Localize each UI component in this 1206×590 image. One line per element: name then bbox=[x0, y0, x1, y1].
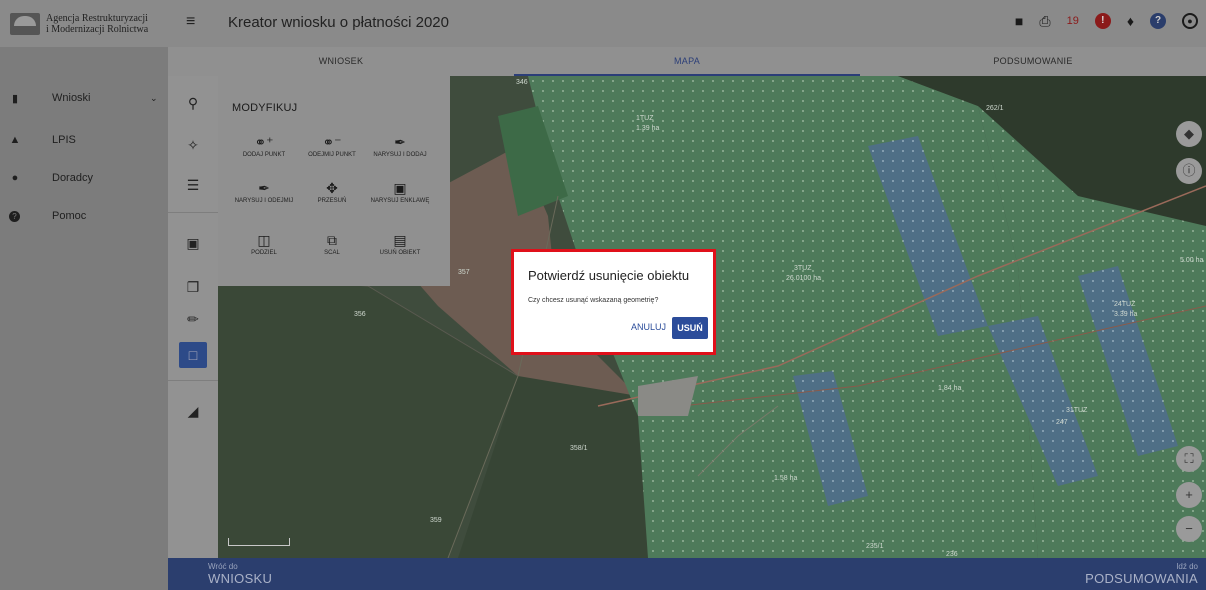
measure-icon[interactable]: ◢ bbox=[179, 398, 207, 424]
notification-count[interactable]: 19 bbox=[1067, 12, 1079, 30]
move-button[interactable]: ✥ PRZESUŃ bbox=[302, 178, 362, 205]
header-actions: ■ ⎙ 19 ! ♦ ? ● bbox=[1015, 12, 1198, 30]
pencil-icon[interactable]: ✏ bbox=[179, 306, 207, 332]
draw-add-button[interactable]: ✒ NARYSUJ I DODAJ bbox=[370, 132, 430, 159]
footer-nav: Wróć do WNIOSKU Idź do PODSUMOWANIA bbox=[168, 558, 1206, 590]
agency-logo[interactable]: Agencja Restrukturyzacji i Modernizacji … bbox=[0, 0, 168, 47]
toolbar-divider bbox=[168, 380, 218, 381]
move-icon: ✥ bbox=[326, 180, 338, 196]
parcel-label: 1.58 ha bbox=[774, 475, 797, 482]
logo-line2: i Modernizacji Rolnictwa bbox=[46, 23, 149, 35]
top-header: Agencja Restrukturyzacji i Modernizacji … bbox=[0, 0, 1206, 47]
modify-tool-icon[interactable]: □ bbox=[179, 342, 207, 368]
sidebar: ▮ Wnioski ⌄ ▲ LPIS ● Doradcy ? Pomoc bbox=[0, 47, 168, 590]
draw-subtract-icon: ✒ bbox=[258, 180, 270, 196]
parcel-label: 346 bbox=[516, 79, 528, 86]
parcel-label: 356 bbox=[354, 311, 366, 318]
remove-point-icon: ⚭⁻ bbox=[322, 134, 342, 150]
search-icon[interactable]: ⚲ bbox=[179, 90, 207, 116]
tab-podsumowanie[interactable]: PODSUMOWANIE bbox=[860, 47, 1206, 76]
tab-wniosek[interactable]: WNIOSEK bbox=[168, 47, 514, 76]
parcel-label: 24TUZ bbox=[1114, 301, 1136, 308]
split-icon: ◫ bbox=[257, 232, 271, 248]
help-icon[interactable]: ? bbox=[1150, 13, 1166, 29]
layers-icon[interactable]: ◆ bbox=[1176, 121, 1202, 147]
bell-icon[interactable]: ♦ bbox=[1127, 12, 1134, 30]
tab-mapa[interactable]: MAPA bbox=[514, 47, 860, 76]
delete-object-button[interactable]: ▤ USUŃ OBIEKT bbox=[370, 230, 430, 257]
parcel-label: 3.39 ha bbox=[1114, 311, 1137, 318]
parcel-label: 1.39 ha bbox=[636, 125, 659, 132]
sidebar-item-wnioski[interactable]: ▮ Wnioski ⌄ bbox=[0, 87, 168, 109]
parcel-label: 235/1 bbox=[866, 543, 884, 550]
parcel-label: 3TUZ bbox=[794, 265, 812, 272]
map-toolbar: ⚲ ✧ ☰ ▣ ❐ ✏ □ ◢ bbox=[168, 76, 218, 558]
scale-bar bbox=[228, 538, 290, 546]
parcel-label: 359 bbox=[430, 517, 442, 524]
parcel-label: 1TUZ bbox=[636, 115, 654, 122]
toolbar-divider bbox=[168, 212, 218, 213]
enclave-icon: ▣ bbox=[393, 180, 407, 196]
dialog-message: Czy chcesz usunąć wskazaną geometrię? bbox=[528, 297, 659, 304]
sidebar-item-lpis[interactable]: ▲ LPIS bbox=[0, 129, 168, 151]
parcel-label: 357 bbox=[458, 269, 470, 276]
menu-icon[interactable]: ≡ bbox=[186, 14, 202, 30]
parcel-label: 31TUZ bbox=[1066, 407, 1088, 414]
merge-button[interactable]: ⧉ SCAL bbox=[302, 230, 362, 257]
confirm-delete-button[interactable]: USUŃ bbox=[672, 317, 708, 339]
chevron-down-icon: ⌄ bbox=[150, 92, 158, 103]
modify-panel: MODYFIKUJ ⚭⁺ DODAJ PUNKT ⚭⁻ ODEJMIJ PUNK… bbox=[218, 76, 450, 286]
parcel-label: 5.00 ha bbox=[1180, 257, 1203, 264]
copy-icon[interactable]: ❐ bbox=[179, 274, 207, 300]
modify-title: MODYFIKUJ bbox=[232, 102, 298, 114]
draw-subtract-button[interactable]: ✒ NARYSUJ I ODEJMIJ bbox=[234, 178, 294, 205]
parcel-label: 262/1 bbox=[986, 105, 1004, 112]
page-title: Kreator wniosku o płatności 2020 bbox=[228, 14, 449, 31]
sidebar-item-doradcy[interactable]: ● Doradcy bbox=[0, 167, 168, 189]
sidebar-item-pomoc[interactable]: ? Pomoc bbox=[0, 205, 168, 227]
remove-point-button[interactable]: ⚭⁻ ODEJMIJ PUNKT bbox=[302, 132, 362, 159]
cancel-button[interactable]: ANULUJ bbox=[631, 322, 666, 332]
draw-add-icon: ✒ bbox=[394, 134, 406, 150]
parcel-label: 26.0100 ha bbox=[786, 275, 821, 282]
help-icon: ? bbox=[9, 210, 20, 222]
mountain-icon: ▲ bbox=[9, 134, 21, 146]
clipboard-icon: ▮ bbox=[11, 92, 19, 105]
trash-icon: ▤ bbox=[393, 232, 407, 248]
back-to-wniosek-link[interactable]: Wróć do WNIOSKU bbox=[208, 562, 272, 587]
wizard-steps: WNIOSEK MAPA PODSUMOWANIE bbox=[168, 47, 1206, 76]
go-to-summary-link[interactable]: Idź do PODSUMOWANIA bbox=[1085, 562, 1198, 587]
logo-line1: Agencja Restrukturyzacji bbox=[46, 12, 148, 24]
person-icon: ● bbox=[11, 172, 19, 184]
dialog-title: Potwierdź usunięcie obiektu bbox=[528, 268, 690, 283]
parcel-label: 247 bbox=[1056, 419, 1068, 426]
draw-enclave-button[interactable]: ▣ NARYSUJ ENKLAWĘ bbox=[370, 178, 430, 205]
print-icon[interactable]: ⎙ bbox=[1039, 12, 1050, 30]
parcel-label: 236 bbox=[946, 551, 958, 558]
zoom-out-button[interactable]: − bbox=[1176, 516, 1202, 542]
user-icon[interactable]: ● bbox=[1182, 13, 1198, 29]
fullscreen-icon[interactable]: ⛶ bbox=[1176, 446, 1202, 472]
add-point-icon: ⚭⁺ bbox=[254, 134, 274, 150]
agency-logo-icon bbox=[10, 12, 40, 35]
confirm-delete-dialog: Potwierdź usunięcie obiektu Czy chcesz u… bbox=[511, 249, 716, 355]
split-button[interactable]: ◫ PODZIEL bbox=[234, 230, 294, 257]
add-point-button[interactable]: ⚭⁺ DODAJ PUNKT bbox=[234, 132, 294, 159]
parcel-label: 1.84 ha bbox=[938, 385, 961, 392]
parcel-label: 358/1 bbox=[570, 445, 588, 452]
tools-icon[interactable]: ✧ bbox=[179, 132, 207, 158]
info-icon[interactable]: ⓘ bbox=[1176, 158, 1202, 184]
merge-icon: ⧉ bbox=[327, 232, 337, 248]
list-icon[interactable]: ☰ bbox=[179, 172, 207, 198]
alert-icon[interactable]: ! bbox=[1094, 13, 1111, 29]
select-area-icon[interactable]: ▣ bbox=[179, 230, 207, 256]
save-icon[interactable]: ■ bbox=[1015, 12, 1023, 30]
zoom-in-button[interactable]: + bbox=[1176, 482, 1202, 508]
